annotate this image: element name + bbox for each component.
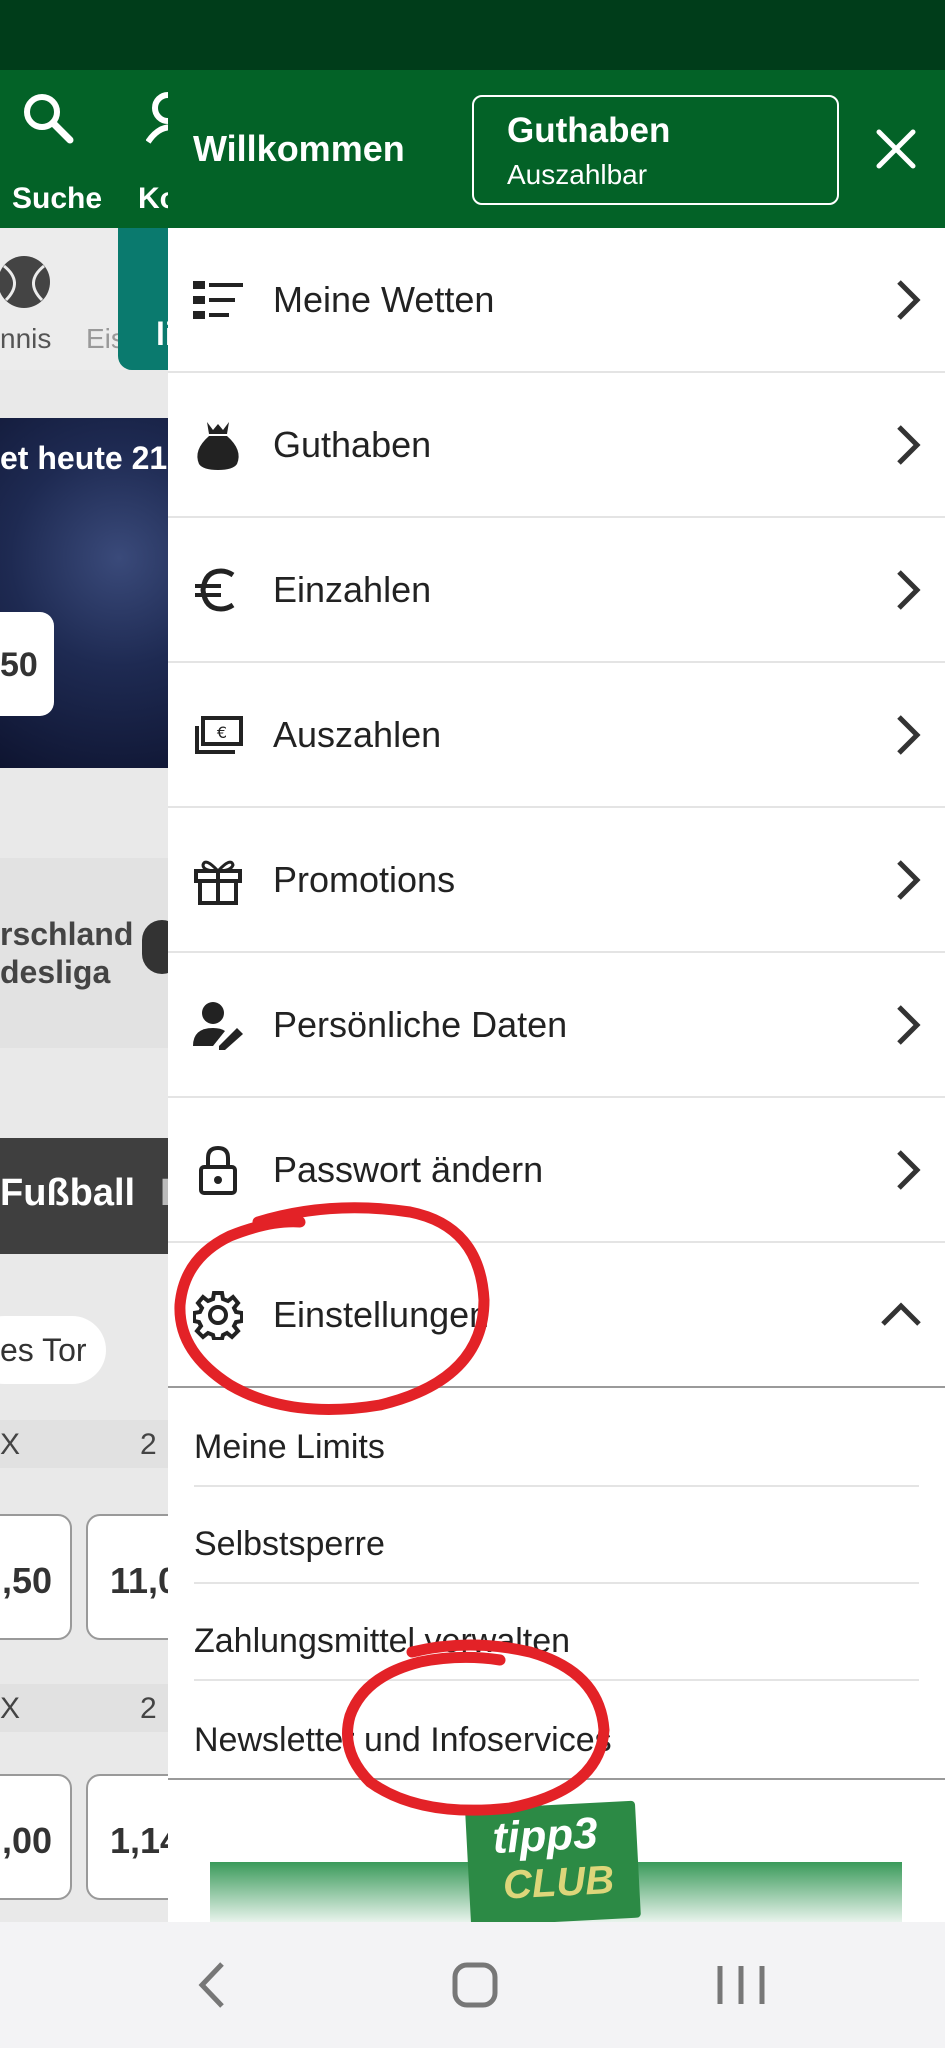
- menu-item-promotions[interactable]: Promotions: [168, 808, 945, 953]
- menu-item-label: Meine Wetten: [273, 278, 495, 320]
- gear-icon: [193, 1290, 243, 1340]
- money-bag-icon: [197, 421, 239, 470]
- search-nav-label: Suche: [12, 182, 103, 215]
- tipp3-club-logo[interactable]: tipp3 CLUB: [465, 1800, 641, 1922]
- odds-head-x: X: [0, 1428, 21, 1461]
- close-icon[interactable]: [865, 118, 927, 180]
- menu-item-persoenliche-daten[interactable]: Persönliche Daten: [168, 953, 945, 1098]
- balance-box[interactable]: Guthaben Auszahlbar: [472, 95, 839, 205]
- league-line-1: rschland -: [0, 916, 153, 952]
- club-logo-top: tipp3: [491, 1808, 599, 1864]
- banner-odd-button[interactable]: 50: [0, 612, 54, 716]
- balance-subtitle: Auszahlbar: [507, 159, 648, 190]
- chevron-right-icon: [897, 424, 921, 465]
- chevron-right-icon: [897, 279, 921, 320]
- screen: Suche Ko nnis Eis li et heute 21:00 50 r…: [0, 0, 945, 2048]
- sport-tennis-label[interactable]: nnis: [0, 323, 51, 355]
- club-logo-bottom: CLUB: [501, 1857, 616, 1908]
- league-line-2: desliga: [0, 954, 111, 990]
- svg-text:€: €: [217, 723, 227, 742]
- account-drawer: Willkommen Guthaben Auszahlbar Meine Wet…: [168, 70, 945, 1922]
- menu-item-label: Einzahlen: [273, 568, 432, 610]
- menu-item-einstellungen[interactable]: Einstellungen: [168, 1243, 945, 1388]
- menu-item-guthaben[interactable]: Guthaben: [168, 373, 945, 518]
- menu-item-einzahlen[interactable]: Einzahlen: [168, 518, 945, 663]
- menu-item-label: Einstellungen: [273, 1293, 490, 1335]
- status-bar: [0, 0, 945, 70]
- search-icon: [24, 94, 74, 144]
- welcome-text: Willkommen: [193, 128, 405, 169]
- menu-item-label: Persönliche Daten: [273, 1003, 568, 1045]
- menu-item-label: Guthaben: [273, 423, 432, 465]
- odds-head-2: 2: [140, 1692, 157, 1725]
- gift-icon: [194, 860, 242, 905]
- chevron-up-icon: [881, 1301, 921, 1326]
- menu-item-meine-wetten[interactable]: Meine Wetten: [168, 228, 945, 373]
- back-icon[interactable]: [178, 1952, 248, 2018]
- chevron-right-icon: [897, 569, 921, 610]
- search-nav-item[interactable]: Suche: [12, 90, 102, 220]
- home-icon[interactable]: [440, 1952, 510, 2018]
- submenu-item-newsletter[interactable]: Newsletter und Infoservices: [194, 1681, 919, 1778]
- submenu-item-selbstsperre[interactable]: Selbstsperre: [194, 1487, 919, 1584]
- submenu-item-meine-limits[interactable]: Meine Limits: [194, 1390, 919, 1487]
- cash-icon: €: [195, 715, 243, 754]
- menu-item-label: Promotions: [273, 858, 456, 900]
- euro-icon: [195, 567, 235, 612]
- chevron-right-icon: [897, 714, 921, 755]
- submenu-item-zahlungsmittel[interactable]: Zahlungsmittel verwalten: [194, 1584, 919, 1681]
- menu-item-label: Passwort ändern: [273, 1148, 544, 1190]
- chevron-right-icon: [897, 1004, 921, 1045]
- chevron-right-icon: [897, 859, 921, 900]
- odds-head-x: X: [0, 1692, 21, 1725]
- balance-title: Guthaben: [507, 111, 671, 150]
- submenu-label: Meine Limits: [194, 1428, 385, 1466]
- submenu-label: Zahlungsmittel verwalten: [194, 1622, 571, 1660]
- drawer-header: Willkommen Guthaben Auszahlbar: [168, 70, 945, 228]
- tab-fussball[interactable]: Fußball: [0, 1172, 135, 1215]
- menu-item-auszahlen[interactable]: € Auszahlen: [168, 663, 945, 808]
- list-icon: [193, 280, 243, 319]
- user-edit-icon: [193, 1001, 243, 1050]
- chevron-right-icon: [897, 1149, 921, 1190]
- divider: [168, 1778, 945, 1780]
- odd-button[interactable]: ,50: [0, 1514, 72, 1640]
- odds-head-2: 2: [140, 1428, 157, 1461]
- system-navigation-bar: [0, 1922, 945, 2048]
- filter-chip[interactable]: es Tor: [0, 1316, 106, 1384]
- league-card-text: rschland - desliga: [0, 915, 153, 991]
- submenu-label: Newsletter und Infoservices: [194, 1721, 612, 1759]
- lock-icon: [199, 1145, 237, 1195]
- menu-item-label: Auszahlen: [273, 713, 442, 755]
- odd-button[interactable]: ,00: [0, 1774, 72, 1900]
- recent-apps-icon[interactable]: [706, 1952, 776, 2018]
- tennis-icon: [0, 256, 50, 308]
- submenu-label: Selbstsperre: [194, 1525, 385, 1563]
- menu-item-passwort-aendern[interactable]: Passwort ändern: [168, 1098, 945, 1243]
